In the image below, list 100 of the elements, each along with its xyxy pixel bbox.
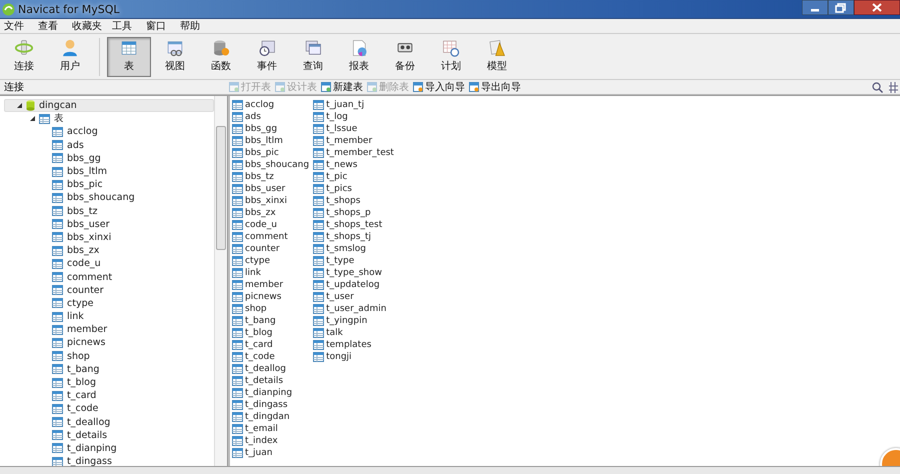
search-icon[interactable] [872,82,883,92]
tree-item[interactable]: bbs_gg [0,152,214,165]
table-item[interactable]: counter [232,243,310,255]
tree-item[interactable]: bbs_user [0,218,214,231]
table-item[interactable]: t_pic [313,171,394,183]
tree-item[interactable]: t_details [0,428,214,442]
table-item[interactable]: t_news [313,159,394,171]
toolbar-button[interactable]: 备份 [383,36,427,76]
toolbar-button[interactable]: 计划 [429,36,473,76]
scroll-thumb[interactable] [216,126,226,250]
tree-item[interactable]: comment [0,270,214,284]
table-item[interactable]: t_index [232,435,310,447]
toolbar-button[interactable]: 表 [107,36,151,76]
tree-item[interactable]: ctype [0,296,214,310]
toolbar-action[interactable]: 导出向导 [469,80,521,94]
toolbar-button[interactable]: 连接 [2,36,46,76]
table-item[interactable]: t_lssue [313,123,394,135]
table-item[interactable]: t_juan_tj [313,99,394,111]
tree-item[interactable]: t_card [0,389,214,402]
tree-item[interactable]: 表 [0,112,214,126]
table-item[interactable]: t_smslog [313,243,394,255]
tree-item[interactable]: bbs_pic [0,178,214,192]
table-item[interactable]: talk [313,327,394,339]
toolbar-button[interactable]: 报表 [337,36,381,76]
table-item[interactable]: t_bang [232,315,310,327]
minimize-button[interactable] [802,0,828,15]
toolbar-action[interactable]: 新建表 [321,80,363,94]
toolbar-button[interactable]: 查询 [291,36,335,76]
tree-item[interactable]: ads [0,138,214,152]
table-item[interactable]: t_member_test [313,147,394,159]
close-button[interactable] [854,0,900,15]
table-item[interactable]: t_yingpin [313,315,394,327]
tree-item[interactable]: acclog [0,125,214,139]
grid-view-icon[interactable] [889,82,898,92]
menu-item[interactable]: 查看 [38,19,62,33]
table-item[interactable]: t_log [313,111,394,123]
menu-item[interactable]: 帮助 [180,19,204,33]
tree-item[interactable]: shop [0,350,214,363]
table-item[interactable]: t_shops_p [313,207,394,219]
table-item[interactable]: t_shops_tj [313,231,394,243]
table-item[interactable]: t_code [232,351,310,363]
tree-item[interactable]: member [0,323,214,336]
table-item[interactable]: bbs_shoucang [232,159,310,171]
toolbar-action[interactable]: 导入向导 [413,80,465,94]
toolbar-button[interactable]: 模型 [475,36,519,76]
collapse-arrow-icon[interactable] [30,116,35,122]
table-item[interactable]: picnews [232,291,310,303]
restore-button[interactable] [828,0,854,15]
table-item[interactable]: t_shops_test [313,219,394,231]
table-item[interactable]: bbs_pic [232,147,310,159]
tree-item[interactable]: bbs_ltlm [0,164,214,178]
table-item[interactable]: bbs_gg [232,123,310,135]
table-item[interactable]: acclog [232,99,310,111]
table-item[interactable]: bbs_tz [232,171,310,183]
toolbar-button[interactable]: 用户 [48,36,92,76]
table-item[interactable]: t_dingass [232,399,310,411]
tree-item[interactable]: t_dianping [0,442,214,456]
table-item[interactable]: t_user [313,291,394,303]
tree-item[interactable]: t_blog [0,376,214,390]
table-item[interactable]: comment [232,231,310,243]
table-item[interactable]: t_dingdan [232,411,310,423]
table-item[interactable]: ctype [232,255,310,267]
collapse-arrow-icon[interactable] [17,103,22,108]
menu-item[interactable]: 工具 [112,19,136,33]
menu-item[interactable]: 窗口 [146,19,170,33]
table-item[interactable]: t_dianping [232,387,310,399]
table-item[interactable]: t_type [313,255,394,267]
table-item[interactable]: bbs_zx [232,207,310,219]
table-item[interactable]: t_user_admin [313,303,394,315]
tree-item[interactable]: link [0,310,214,324]
menu-item[interactable]: 文件 [4,19,28,33]
menu-item[interactable]: 收藏夹 [72,19,102,33]
table-item[interactable]: t_member [313,135,394,147]
table-item[interactable]: t_deallog [232,363,310,375]
table-item[interactable]: ads [232,111,310,123]
tree-item[interactable]: t_code [0,402,214,416]
table-item[interactable]: shop [232,303,310,315]
table-item[interactable]: bbs_xinxi [232,195,310,207]
toolbar-button[interactable]: 视图 [153,36,197,76]
tree-item[interactable]: t_deallog [0,416,214,429]
table-item[interactable]: t_type_show [313,267,394,279]
table-item[interactable]: t_updatelog [313,279,394,291]
table-item[interactable]: t_details [232,375,310,387]
scrollbar[interactable] [214,96,227,466]
toolbar-button[interactable]: 事件 [245,36,289,76]
tree-item[interactable]: t_bang [0,362,214,376]
table-item[interactable]: t_juan [232,447,310,459]
table-item[interactable]: t_email [232,423,310,435]
table-item[interactable]: link [232,267,310,279]
tree-item[interactable]: bbs_xinxi [0,230,214,244]
tree-item[interactable]: bbs_zx [0,244,214,258]
table-item[interactable]: bbs_ltlm [232,135,310,147]
table-item[interactable]: t_shops [313,195,394,207]
table-item[interactable]: t_card [232,339,310,351]
tree-item[interactable]: dingcan [4,99,214,112]
tree-item[interactable]: bbs_shoucang [0,191,214,204]
table-item[interactable]: bbs_user [232,183,310,195]
table-item[interactable]: t_blog [232,327,310,339]
tree-item[interactable]: code_u [0,257,214,270]
tree-item[interactable]: bbs_tz [0,204,214,218]
